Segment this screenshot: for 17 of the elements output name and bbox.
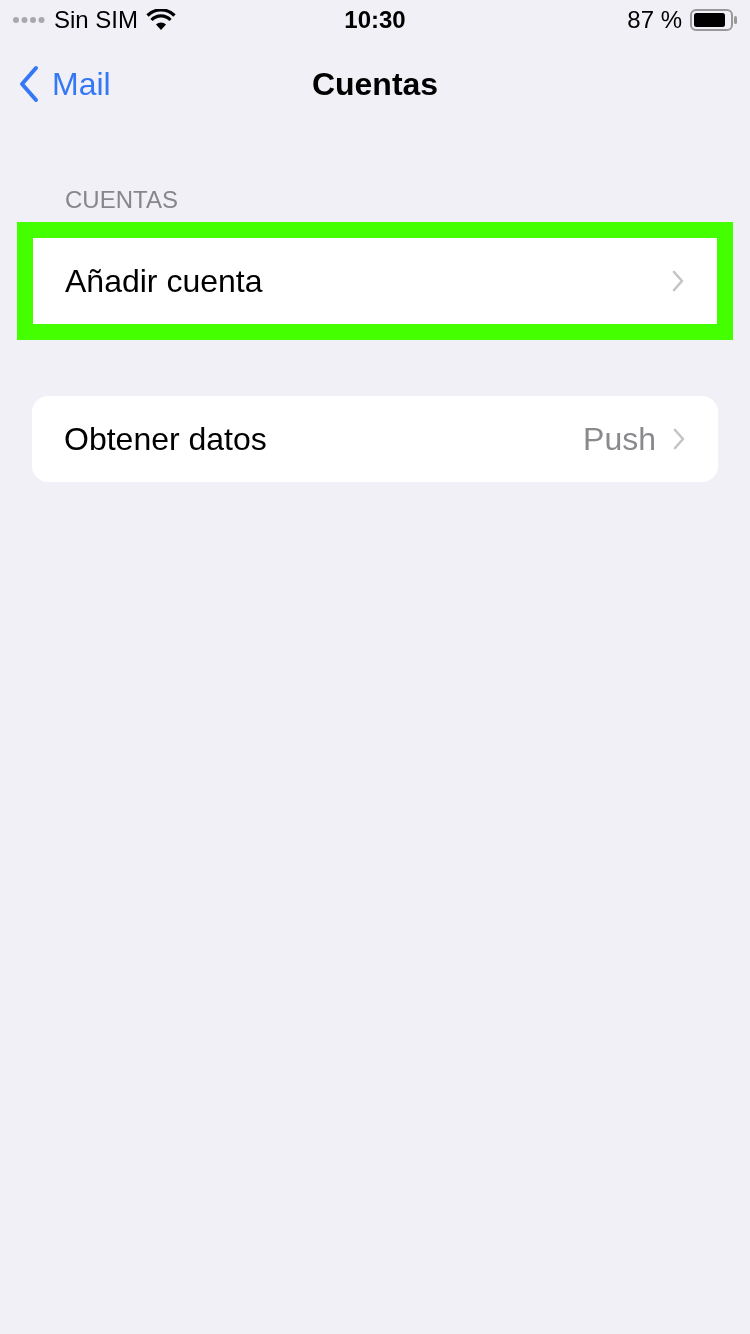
section-header: CUENTAS [65, 186, 178, 213]
page-title: Cuentas [311, 65, 439, 104]
row-label: Obtener datos [64, 420, 268, 459]
back-chevron-icon [18, 65, 40, 103]
carrier-text: Sin SIM [54, 5, 139, 35]
wifi-icon [146, 9, 177, 31]
battery-text: 87 % [627, 5, 682, 35]
list-row[interactable]: Obtener datos Push [32, 396, 718, 482]
row-value: Push [583, 420, 656, 459]
clock-text: 10:30 [344, 5, 406, 35]
back-button[interactable]: Mail [18, 60, 111, 108]
chevron-icon [672, 427, 686, 451]
battery-icon [690, 9, 738, 31]
list-row[interactable]: Añadir cuenta [33, 238, 717, 324]
chevron-icon [671, 269, 685, 293]
signal-icon [12, 16, 46, 24]
row-label: Añadir cuenta [65, 262, 264, 301]
